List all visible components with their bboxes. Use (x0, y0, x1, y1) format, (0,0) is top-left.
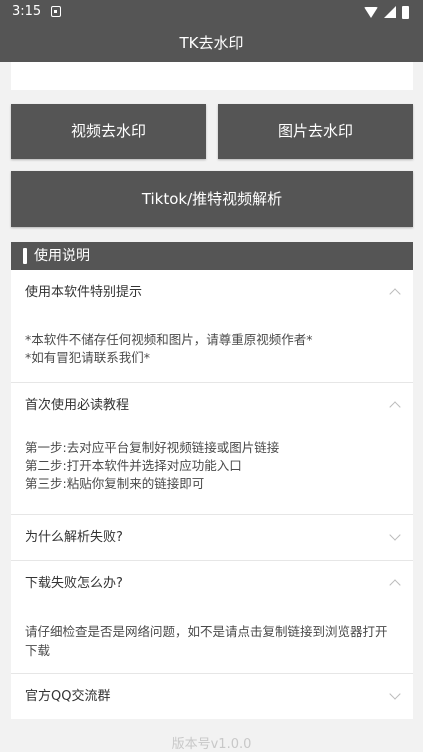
section-bar-icon (23, 248, 27, 264)
faq-item-header[interactable]: 使用本软件特别提示 (11, 270, 413, 315)
faq-line: *本软件不储存任何视频和图片，请尊重原视频作者* (25, 332, 313, 347)
faq-item-title: 首次使用必读教程 (25, 398, 130, 413)
chevron-up-icon (389, 579, 401, 591)
faq-item-header[interactable]: 下载失败怎么办? (11, 561, 413, 606)
version-label: 版本号v1.0.0 (171, 737, 252, 752)
faq-item-header[interactable]: 官方QQ交流群 (11, 674, 413, 719)
status-bar: 3:15 (0, 0, 423, 24)
faq-line: 请仔细检查是否是网络问题，如不是请点击复制链接到浏览器打开下载 (25, 624, 388, 658)
top-card (11, 62, 413, 90)
tiktok-parse-button[interactable]: Tiktok/推特视频解析 (11, 171, 413, 227)
status-icons (364, 5, 409, 19)
faq-list: 使用本软件特别提示 *本软件不储存任何视频和图片，请尊重原视频作者* *如有冒犯… (11, 270, 413, 719)
faq-line: 第一步:去对应平台复制好视频链接或图片链接 (25, 440, 280, 455)
faq-item-title: 使用本软件特别提示 (25, 285, 143, 300)
signal-icon (384, 6, 396, 18)
notification-icon (51, 6, 61, 17)
section-title: 使用说明 (34, 248, 90, 264)
faq-item-body: 请仔细检查是否是网络问题，如不是请点击复制链接到浏览器打开下载 (25, 622, 399, 660)
faq-item: 使用本软件特别提示 *本软件不储存任何视频和图片，请尊重原视频作者* *如有冒犯… (11, 270, 413, 383)
chevron-up-icon (389, 401, 401, 413)
instructions-header: 使用说明 (11, 242, 413, 270)
battery-icon (402, 5, 409, 19)
faq-item: 首次使用必读教程 第一步:去对应平台复制好视频链接或图片链接 第二步:打开本软件… (11, 383, 413, 515)
app-title: TK去水印 (179, 34, 244, 52)
faq-item-header[interactable]: 首次使用必读教程 (11, 383, 413, 428)
faq-item: 官方QQ交流群 (11, 674, 413, 719)
chevron-down-icon (389, 529, 401, 541)
faq-line: 第二步:打开本软件并选择对应功能入口 (25, 458, 242, 473)
faq-item-body: *本软件不储存任何视频和图片，请尊重原视频作者* *如有冒犯请联系我们* (25, 331, 399, 367)
faq-item-body: 第一步:去对应平台复制好视频链接或图片链接 第二步:打开本软件并选择对应功能入口… (25, 439, 399, 493)
chevron-down-icon (389, 688, 401, 700)
status-time: 3:15 (12, 4, 42, 19)
faq-line: *如有冒犯请联系我们* (25, 350, 151, 365)
app-bar: TK去水印 (0, 24, 423, 62)
wifi-icon (364, 6, 378, 18)
faq-line: 第三步:粘贴你复制来的链接即可 (25, 476, 205, 491)
faq-item: 为什么解析失败? (11, 515, 413, 561)
faq-item-title: 下载失败怎么办? (25, 576, 123, 591)
faq-item-title: 官方QQ交流群 (25, 689, 111, 704)
faq-item-title: 为什么解析失败? (25, 530, 123, 545)
faq-item: 下载失败怎么办? 请仔细检查是否是网络问题，如不是请点击复制链接到浏览器打开下载 (11, 561, 413, 674)
faq-item-header[interactable]: 为什么解析失败? (11, 515, 413, 560)
chevron-up-icon (389, 288, 401, 300)
image-watermark-button[interactable]: 图片去水印 (218, 104, 413, 159)
video-watermark-button[interactable]: 视频去水印 (11, 104, 206, 159)
